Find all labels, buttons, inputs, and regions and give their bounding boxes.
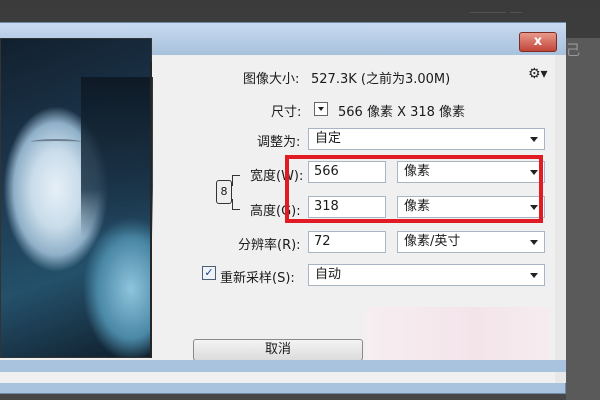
fit-to-value: 自定	[315, 131, 342, 146]
resolution-unit-select[interactable]: 像素/英寸	[397, 231, 545, 253]
resample-select[interactable]: 自动	[308, 264, 545, 286]
chevron-down-icon	[318, 107, 324, 111]
close-button[interactable]: x	[519, 32, 557, 52]
chain-link-icon[interactable]: 8	[216, 180, 232, 204]
close-icon: x	[533, 34, 543, 49]
dialog-right-edge	[555, 55, 566, 383]
resolution-input[interactable]: 72	[308, 231, 386, 253]
dimensions-value: 566 像素 X 318 像素	[338, 105, 466, 120]
background-right-label: 己	[566, 43, 580, 59]
link-bracket-bottom	[232, 199, 240, 210]
fit-to-label: 调整为:	[257, 135, 301, 150]
resample-value: 自动	[315, 267, 342, 282]
obscured-area	[366, 307, 550, 365]
fit-to-select[interactable]: 自定	[308, 128, 545, 150]
preview-eyes	[31, 139, 81, 145]
dialog-bottom-frame	[0, 360, 566, 372]
gear-icon[interactable]: ⚙▾	[528, 66, 548, 82]
background-text: ＿＿＿ ＿	[470, 0, 522, 14]
dimensions-label: 尺寸:	[271, 105, 302, 120]
resample-checkbox[interactable]: ✓	[202, 266, 216, 280]
dimensions-unit-dropdown[interactable]	[314, 102, 328, 116]
image-preview	[0, 38, 153, 358]
background-right-panel	[566, 38, 600, 400]
link-bracket-top	[232, 175, 240, 186]
highlight-box	[285, 155, 543, 223]
image-size-label: 图像大小:	[243, 72, 300, 87]
resample-label: 重新采样(S):	[220, 271, 295, 286]
chevron-down-icon	[530, 273, 538, 278]
image-size-value: 527.3K (之前为3.00M)	[311, 72, 451, 87]
chevron-down-icon	[530, 137, 538, 142]
preview-hair	[81, 77, 153, 237]
preview-edge	[150, 62, 152, 358]
cancel-button[interactable]: 取消	[193, 339, 363, 361]
resolution-label: 分辨率(R):	[238, 238, 301, 253]
resolution-unit-value: 像素/英寸	[404, 234, 461, 249]
chevron-down-icon	[530, 240, 538, 245]
